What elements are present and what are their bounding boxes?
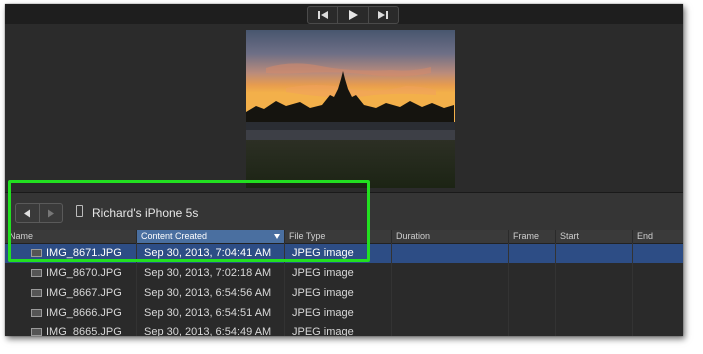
column-header-frame[interactable]: Frame xyxy=(508,230,555,243)
transport-controls xyxy=(307,6,399,24)
column-divider xyxy=(632,243,633,336)
file-type: JPEG image xyxy=(292,287,354,299)
file-type: JPEG image xyxy=(292,326,354,336)
column-divider xyxy=(391,243,392,336)
photo-preview xyxy=(246,30,455,188)
column-header-start[interactable]: Start xyxy=(555,230,632,243)
skip-forward-icon xyxy=(378,11,389,19)
preview-area xyxy=(5,24,683,192)
file-name: IMG_8670.JPG xyxy=(46,267,122,279)
table-row[interactable]: IMG_8665.JPG Sep 30, 2013, 6:54:49 AM JP… xyxy=(5,323,683,336)
skip-back-icon xyxy=(317,11,328,19)
file-type: JPEG image xyxy=(292,267,354,279)
image-file-icon xyxy=(31,289,42,297)
column-divider xyxy=(508,243,509,336)
table-row[interactable]: IMG_8670.JPG Sep 30, 2013, 7:02:18 AM JP… xyxy=(5,264,683,283)
play-icon xyxy=(348,10,358,20)
table-row[interactable]: IMG_8666.JPG Sep 30, 2013, 6:54:51 AM JP… xyxy=(5,304,683,323)
column-divider xyxy=(555,243,556,336)
play-button[interactable] xyxy=(337,7,367,23)
column-header-duration[interactable]: Duration xyxy=(391,230,508,243)
capitol-sunset-photo xyxy=(246,30,455,188)
file-name: IMG_8667.JPG xyxy=(46,287,122,299)
image-file-icon xyxy=(31,309,42,317)
transport-toolbar xyxy=(5,4,683,24)
skip-back-button[interactable] xyxy=(308,7,337,23)
column-header-end[interactable]: End xyxy=(632,230,683,243)
content-created: Sep 30, 2013, 6:54:49 AM xyxy=(144,326,272,336)
image-file-icon xyxy=(31,269,42,277)
file-type: JPEG image xyxy=(292,307,354,319)
highlight-box xyxy=(8,180,370,262)
table-row[interactable]: IMG_8667.JPG Sep 30, 2013, 6:54:56 AM JP… xyxy=(5,284,683,303)
image-file-icon xyxy=(31,328,42,336)
file-name: IMG_8666.JPG xyxy=(46,307,122,319)
content-created: Sep 30, 2013, 6:54:56 AM xyxy=(144,287,272,299)
content-created: Sep 30, 2013, 6:54:51 AM xyxy=(144,307,272,319)
skip-forward-button[interactable] xyxy=(367,7,398,23)
file-name: IMG_8665.JPG xyxy=(46,326,122,336)
content-created: Sep 30, 2013, 7:02:18 AM xyxy=(144,267,272,279)
app-window: Richard's iPhone 5s Name Content Created… xyxy=(5,4,683,336)
